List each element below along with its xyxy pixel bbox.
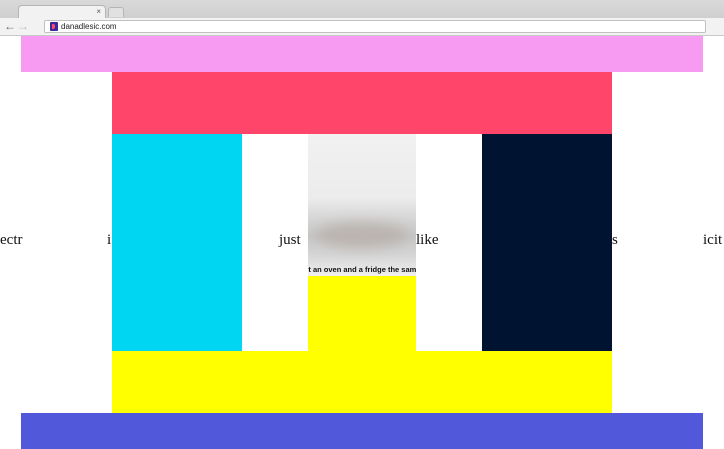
scrolling-word: i (107, 232, 112, 248)
blue-block (21, 413, 703, 449)
red-block (112, 72, 612, 134)
address-bar[interactable]: danadlesic.com (44, 20, 706, 33)
tab-strip: × (0, 0, 724, 19)
browser-toolbar: ← → danadlesic.com (0, 18, 724, 36)
scrolling-word: ectr (0, 232, 23, 248)
forward-arrow-icon[interactable]: → (17, 19, 29, 33)
appliance-photo (308, 134, 416, 276)
scrolling-word: s (612, 232, 618, 248)
scrolling-word: icit (703, 232, 723, 248)
photo-caption: n't an oven and a fridge the sam (308, 265, 416, 274)
close-tab-icon[interactable]: × (96, 7, 101, 17)
yellow-block (112, 351, 612, 413)
back-arrow-icon[interactable]: ← (4, 19, 16, 33)
browser-tab[interactable]: × (18, 5, 106, 19)
scrolling-word: just (279, 232, 301, 248)
navy-block (482, 134, 612, 351)
pink-block (21, 36, 703, 72)
url-text: danadlesic.com (61, 22, 117, 31)
yellow-center-block (308, 276, 416, 351)
photo-caption-area: n't an oven and a fridge the sam (308, 264, 416, 276)
cyan-block (112, 134, 242, 351)
photo-blur-shape (316, 222, 408, 248)
site-favicon-icon (50, 22, 58, 31)
new-tab-button[interactable] (108, 7, 124, 17)
scrolling-word: like (416, 232, 439, 248)
